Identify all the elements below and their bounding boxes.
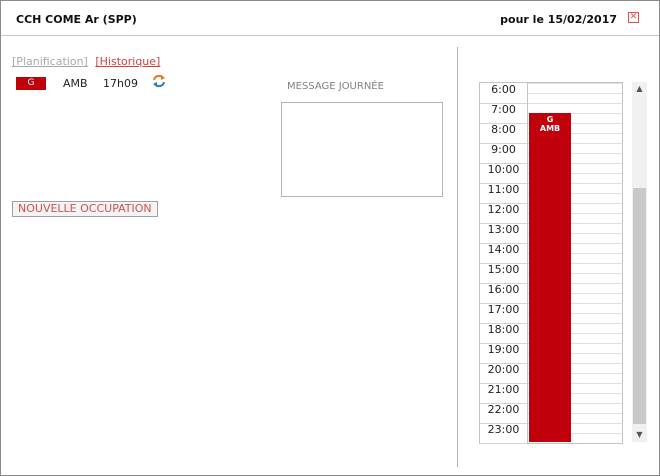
- hour-label: 7:00: [480, 103, 527, 124]
- hour-label: 21:00: [480, 383, 527, 404]
- historique-link[interactable]: [Historique]: [95, 55, 160, 68]
- scroll-thumb[interactable]: [633, 188, 646, 424]
- message-label: MESSAGE JOURNÉE: [287, 81, 384, 92]
- occupation-time: 17h09: [103, 77, 138, 90]
- hour-column: 6:00 7:00 8:00 9:00 10:00 11:00 12:00 13:00 14:0…: [480, 83, 528, 444]
- window-title: CCH COME Ar (SPP): [16, 13, 137, 26]
- close-icon[interactable]: ✕: [628, 12, 639, 23]
- planification-link[interactable]: [Planification]: [12, 55, 88, 68]
- hour-label: 22:00: [480, 403, 527, 424]
- hour-label: 23:00: [480, 423, 527, 444]
- scroll-up-icon[interactable]: ▲: [632, 82, 647, 96]
- new-occupation-button[interactable]: NOUVELLE OCCUPATION: [12, 201, 158, 217]
- occupation-code: AMB: [63, 77, 88, 90]
- hour-label: 13:00: [480, 223, 527, 244]
- hour-label: 18:00: [480, 323, 527, 344]
- hour-label: 20:00: [480, 363, 527, 384]
- event-label-badge: G: [546, 115, 554, 124]
- day-calendar: 6:00 7:00 8:00 9:00 10:00 11:00 12:00 13:00 14:0…: [479, 82, 623, 444]
- hour-label: 16:00: [480, 283, 527, 304]
- hour-label: 19:00: [480, 343, 527, 364]
- grid-line: [528, 103, 622, 104]
- date-label: pour le 15/02/2017: [500, 13, 617, 26]
- scroll-down-icon[interactable]: ▼: [632, 428, 647, 442]
- nav-links: [Planification] [Historique]: [12, 55, 160, 68]
- grid-line: [528, 93, 622, 94]
- refresh-icon[interactable]: [152, 74, 166, 88]
- grid-line: [528, 83, 622, 84]
- status-badge: G: [16, 77, 46, 90]
- hour-label: 17:00: [480, 303, 527, 324]
- calendar-event[interactable]: G AMB: [529, 113, 571, 442]
- occupation-window: CCH COME Ar (SPP) pour le 15/02/2017 ✕ […: [0, 0, 660, 476]
- message-textarea[interactable]: [281, 102, 443, 197]
- hour-label: 15:00: [480, 263, 527, 284]
- hour-label: 11:00: [480, 183, 527, 204]
- calendar-scrollbar[interactable]: ▲ ▼: [632, 82, 647, 442]
- hour-label: 12:00: [480, 203, 527, 224]
- vertical-divider: [457, 47, 458, 467]
- event-label-code: AMB: [539, 124, 561, 133]
- hour-label: 6:00: [480, 83, 527, 104]
- hour-label: 8:00: [480, 123, 527, 144]
- hour-label: 10:00: [480, 163, 527, 184]
- hour-label: 9:00: [480, 143, 527, 164]
- title-bar: CCH COME Ar (SPP) pour le 15/02/2017 ✕: [1, 1, 659, 36]
- hour-label: 14:00: [480, 243, 527, 264]
